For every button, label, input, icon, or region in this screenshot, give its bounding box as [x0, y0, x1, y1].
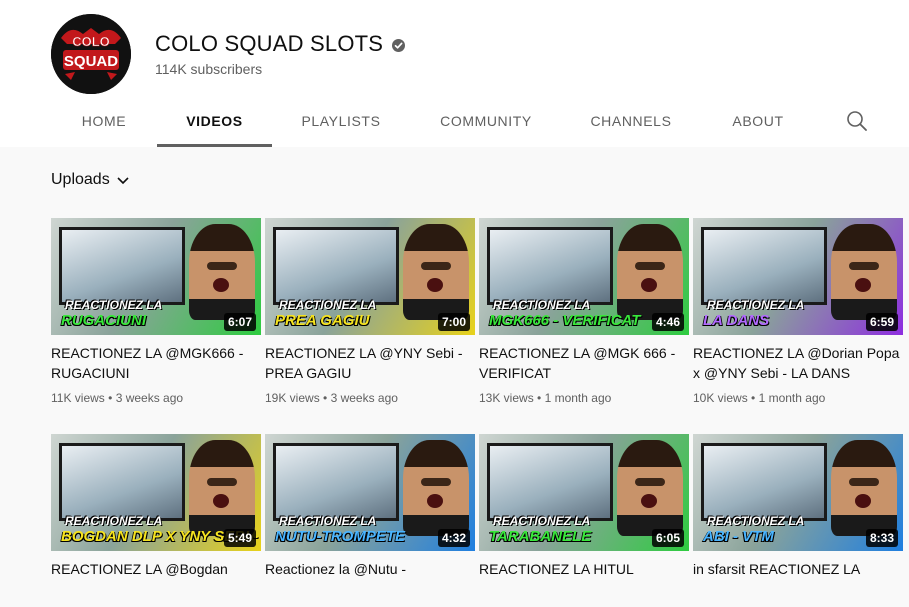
video-thumbnail[interactable]: REACTIONEZ LA LA DANS 6:59	[693, 218, 903, 335]
thumbnail-scene-frame	[273, 443, 399, 521]
thumbnail-caption-top: REACTIONEZ LA	[493, 298, 591, 312]
thumbnail-face	[403, 440, 469, 536]
video-title[interactable]: in sfarsit REACTIONEZ LA	[693, 559, 903, 599]
video-metadata: 13K views • 1 month ago	[479, 391, 689, 405]
channel-header: COLO SQUAD COLO SQUAD SLOTS 114K subscri…	[0, 0, 909, 147]
video-metadata: 19K views • 3 weeks ago	[265, 391, 475, 405]
thumbnail-caption-top: REACTIONEZ LA	[493, 514, 591, 528]
chevron-down-icon	[117, 177, 129, 185]
video-title[interactable]: REACTIONEZ LA HITUL	[479, 559, 689, 599]
thumbnail-caption-bottom: MGK666 - VERIFICAT	[489, 312, 641, 329]
video-thumbnail[interactable]: REACTIONEZ LA TARABANELE 6:05	[479, 434, 689, 551]
video-card[interactable]: REACTIONEZ LA BOGDAN DLP X YNY SEBI - G 5:…	[51, 434, 261, 607]
upload-age: 1 month ago	[544, 391, 612, 405]
search-icon[interactable]	[844, 108, 870, 134]
tab-about[interactable]: ABOUT	[716, 97, 800, 145]
video-card[interactable]: REACTIONEZ LA ABI - VTM 8:33 in sfarsit REA…	[693, 434, 903, 607]
channel-name-text: COLO SQUAD SLOTS	[155, 31, 384, 56]
video-card[interactable]: REACTIONEZ LA LA DANS 6:59 REACTIONEZ LA @D…	[693, 218, 903, 405]
uploads-sort-dropdown[interactable]: Uploads	[51, 171, 131, 189]
video-title[interactable]: REACTIONEZ LA @YNY Sebi - PREA GAGIU	[265, 343, 475, 383]
upload-age: 3 weeks ago	[330, 391, 398, 405]
svg-text:COLO: COLO	[72, 34, 110, 49]
thumbnail-scene-frame	[59, 443, 185, 521]
video-card[interactable]: REACTIONEZ LA NUTU-TROMPETE 4:32 Reactionez…	[265, 434, 475, 607]
video-card[interactable]: REACTIONEZ LA MGK666 - VERIFICAT 4:46 REACT…	[479, 218, 689, 405]
tab-community[interactable]: COMMUNITY	[422, 97, 550, 145]
video-duration-badge: 8:33	[865, 529, 898, 547]
video-card[interactable]: REACTIONEZ LA TARABANELE 6:05 REACTIONEZ LA…	[479, 434, 689, 607]
video-title[interactable]: REACTIONEZ LA @MGK666 - RUGACIUNI	[51, 343, 261, 383]
thumbnail-caption-bottom: TARABANELE	[489, 528, 592, 545]
video-duration-badge: 6:07	[223, 313, 256, 331]
tab-playlists[interactable]: PLAYLISTS	[284, 97, 398, 145]
channel-avatar[interactable]: COLO SQUAD	[51, 14, 131, 94]
colo-squad-logo-icon: COLO SQUAD	[51, 14, 131, 94]
verified-check-icon	[392, 38, 406, 52]
video-thumbnail[interactable]: REACTIONEZ LA RUGACIUNI 6:07	[51, 218, 261, 335]
thumbnail-scene-frame	[487, 227, 613, 305]
video-thumbnail[interactable]: REACTIONEZ LA ABI - VTM 8:33	[693, 434, 903, 551]
video-thumbnail[interactable]: REACTIONEZ LA PREA GAGIU 7:00	[265, 218, 475, 335]
metadata-separator: •	[319, 391, 331, 405]
thumbnail-caption-top: REACTIONEZ LA	[279, 298, 377, 312]
thumbnail-face	[189, 440, 255, 536]
thumbnail-caption-top: REACTIONEZ LA	[65, 514, 163, 528]
tab-videos[interactable]: VIDEOS	[157, 97, 272, 147]
video-duration-badge: 5:49	[223, 529, 256, 547]
tab-home[interactable]: HOME	[61, 97, 147, 145]
thumbnail-scene-frame	[487, 443, 613, 521]
thumbnail-caption-bottom: RUGACIUNI	[61, 312, 146, 329]
metadata-separator: •	[747, 391, 759, 405]
thumbnail-caption-bottom: ABI - VTM	[703, 528, 774, 545]
thumbnail-caption-bottom: LA DANS	[703, 312, 770, 329]
thumbnail-caption-bottom: NUTU-TROMPETE	[275, 528, 405, 545]
thumbnail-caption-top: REACTIONEZ LA	[707, 514, 805, 528]
video-card[interactable]: REACTIONEZ LA RUGACIUNI 6:07 REACTIONEZ LA …	[51, 218, 261, 405]
thumbnail-face	[831, 440, 897, 536]
video-thumbnail[interactable]: REACTIONEZ LA BOGDAN DLP X YNY SEBI - G 5:…	[51, 434, 261, 551]
video-duration-badge: 7:00	[437, 313, 470, 331]
video-title[interactable]: REACTIONEZ LA @Bogdan	[51, 559, 261, 599]
thumbnail-caption-bottom: PREA GAGIU	[275, 312, 370, 329]
thumbnail-face	[189, 224, 255, 320]
video-metadata: 11K views • 3 weeks ago	[51, 391, 261, 405]
upload-age: 3 weeks ago	[115, 391, 184, 405]
thumbnail-face	[831, 224, 897, 320]
video-title[interactable]: Reactionez la @Nutu -	[265, 559, 475, 599]
tab-channels[interactable]: CHANNELS	[574, 97, 688, 145]
video-title[interactable]: REACTIONEZ LA @Dorian Popa x @YNY Sebi -…	[693, 343, 903, 383]
video-duration-badge: 6:05	[651, 529, 684, 547]
video-duration-badge: 6:59	[865, 313, 898, 331]
thumbnail-caption-top: REACTIONEZ LA	[65, 298, 163, 312]
channel-tabs: HOME VIDEOS PLAYLISTS COMMUNITY CHANNELS…	[0, 97, 909, 147]
video-title[interactable]: REACTIONEZ LA @MGK 666 - VERIFICAT	[479, 343, 689, 383]
thumbnail-face	[617, 224, 683, 320]
video-duration-badge: 4:32	[437, 529, 470, 547]
thumbnail-face	[617, 440, 683, 536]
upload-age: 1 month ago	[758, 391, 826, 405]
thumbnail-face	[403, 224, 469, 320]
view-count: 19K views	[265, 391, 320, 405]
channel-name: COLO SQUAD SLOTS	[155, 31, 406, 57]
view-count: 13K views	[479, 391, 534, 405]
subscriber-count: 114K subscribers	[155, 61, 263, 77]
svg-text:SQUAD: SQUAD	[64, 53, 118, 70]
video-metadata: 10K views • 1 month ago	[693, 391, 903, 405]
thumbnail-caption-top: REACTIONEZ LA	[279, 514, 377, 528]
metadata-separator: •	[104, 391, 116, 405]
video-thumbnail[interactable]: REACTIONEZ LA MGK666 - VERIFICAT 4:46	[479, 218, 689, 335]
thumbnail-caption-top: REACTIONEZ LA	[707, 298, 805, 312]
video-duration-badge: 4:46	[651, 313, 684, 331]
view-count: 11K views	[51, 391, 105, 405]
uploads-label: Uploads	[51, 171, 110, 188]
thumbnail-scene-frame	[701, 443, 827, 521]
thumbnail-scene-frame	[273, 227, 399, 305]
thumbnail-scene-frame	[59, 227, 185, 305]
thumbnail-scene-frame	[701, 227, 827, 305]
video-thumbnail[interactable]: REACTIONEZ LA NUTU-TROMPETE 4:32	[265, 434, 475, 551]
metadata-separator: •	[533, 391, 545, 405]
view-count: 10K views	[693, 391, 748, 405]
video-card[interactable]: REACTIONEZ LA PREA GAGIU 7:00 REACTIONEZ LA…	[265, 218, 475, 405]
